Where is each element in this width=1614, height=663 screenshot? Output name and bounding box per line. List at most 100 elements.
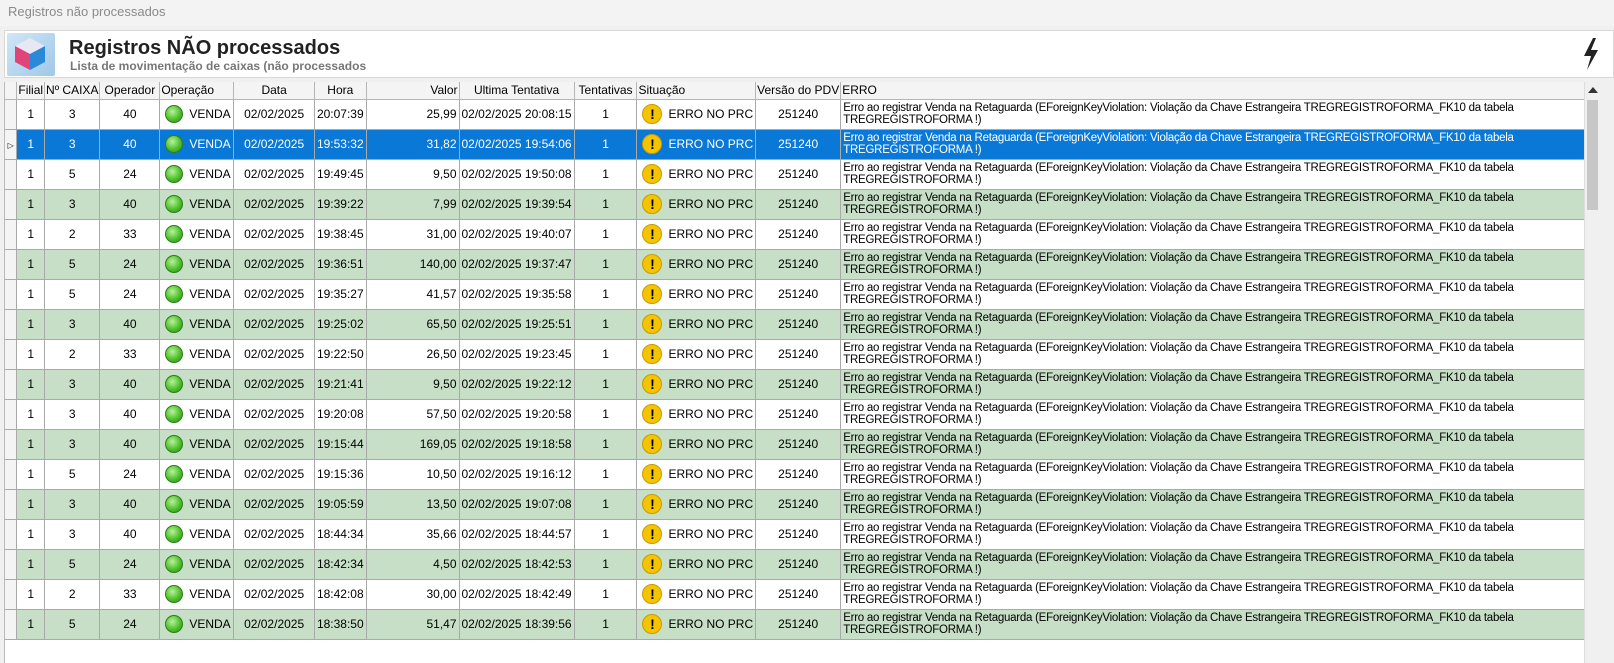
warning-icon: ! [642, 614, 663, 634]
cell-versao: 251240 [755, 369, 842, 400]
table-row[interactable]: 1 2 33 VENDA 02/02/2025 19:38:45 31,00 02/02/20… [5, 219, 1600, 250]
cell-versao: 251240 [755, 459, 842, 490]
warning-icon: ! [642, 284, 663, 304]
cell-versao: 251240 [755, 399, 842, 430]
table-row[interactable]: 1 3 40 VENDA 02/02/2025 19:20:08 57,50 02/02/20… [5, 399, 1600, 430]
col-header-situacao[interactable]: Situação [636, 82, 757, 100]
vertical-scrollbar[interactable] [1584, 82, 1600, 663]
row-indicator[interactable] [5, 459, 18, 490]
cell-hora: 19:36:51 [314, 249, 367, 280]
row-indicator[interactable] [5, 609, 18, 640]
green-status-icon [165, 495, 184, 513]
col-header-erro[interactable]: ERRO [840, 82, 1600, 100]
row-indicator[interactable] [5, 429, 18, 460]
table-row[interactable]: 1 5 24 VENDA 02/02/2025 18:38:50 51,47 02/02/20… [5, 609, 1600, 640]
table-row[interactable]: 1 3 40 VENDA 02/02/2025 19:21:41 9,50 02/02/202… [5, 369, 1600, 400]
situacao-label: ERRO NO PRC [668, 227, 754, 241]
table-row[interactable]: 1 5 24 VENDA 02/02/2025 19:36:51 140,00 02/02/2… [5, 249, 1600, 280]
col-header-data[interactable]: Data [233, 82, 315, 100]
operacao-label: VENDA [189, 317, 231, 331]
table-row[interactable]: 1 3 40 VENDA 02/02/2025 19:05:59 13,50 02/02/20… [5, 489, 1600, 520]
row-indicator[interactable]: ▷ [5, 129, 18, 160]
green-status-icon [165, 555, 184, 573]
cell-erro: Erro ao registrar Venda na Retaguarda (E… [840, 429, 1600, 460]
col-header-operador[interactable]: Operador [99, 82, 161, 100]
cell-erro: Erro ao registrar Venda na Retaguarda (E… [840, 489, 1600, 520]
cell-valor: 9,50 [366, 159, 460, 190]
cell-versao: 251240 [755, 279, 842, 310]
row-indicator[interactable] [5, 579, 18, 610]
table-row[interactable]: ▷ 1 3 40 VENDA 02/02/2025 19:53:32 31,82 02/02/2… [5, 129, 1600, 160]
cell-data: 02/02/2025 [233, 549, 315, 580]
row-indicator[interactable] [5, 309, 18, 340]
operacao-label: VENDA [189, 197, 231, 211]
row-indicator[interactable] [5, 99, 18, 130]
cell-ultima-tentativa: 02/02/2025 18:42:49 [459, 579, 575, 610]
row-indicator[interactable] [5, 279, 18, 310]
table-row[interactable]: 1 2 33 VENDA 02/02/2025 19:22:50 26,50 02/02/20… [5, 339, 1600, 370]
col-header-tentativas[interactable]: Tentativas [574, 82, 638, 100]
cell-operador: 40 [99, 429, 161, 460]
green-status-icon [165, 375, 184, 393]
col-header-filial[interactable]: Filial [16, 82, 46, 100]
cell-tentativas: 1 [574, 609, 638, 640]
col-header-valor[interactable]: Valor [366, 82, 460, 100]
col-header-caixa[interactable]: Nº CAIXA [44, 82, 101, 100]
row-indicator[interactable] [5, 159, 18, 190]
table-row[interactable]: 1 3 40 VENDA 02/02/2025 19:39:22 7,99 02/02/202… [5, 189, 1600, 220]
lightning-bolt-icon[interactable] [1581, 37, 1601, 71]
cell-hora: 19:38:45 [314, 219, 367, 250]
cell-operacao: VENDA [159, 429, 235, 460]
cell-situacao: ! ERRO NO PRC [636, 609, 757, 640]
cell-versao: 251240 [755, 309, 842, 340]
cell-situacao: ! ERRO NO PRC [636, 489, 757, 520]
cell-data: 02/02/2025 [233, 99, 315, 130]
table-row[interactable]: 1 5 24 VENDA 02/02/2025 19:49:45 9,50 02/02/202… [5, 159, 1600, 190]
row-indicator[interactable] [5, 249, 18, 280]
col-header-versao[interactable]: Versão do PDV [755, 82, 842, 100]
warning-icon: ! [642, 344, 663, 364]
row-indicator[interactable] [5, 219, 18, 250]
cell-filial: 1 [16, 429, 46, 460]
table-row[interactable]: 1 5 24 VENDA 02/02/2025 18:42:34 4,50 02/02/202… [5, 549, 1600, 580]
cell-erro: Erro ao registrar Venda na Retaguarda (E… [840, 459, 1600, 490]
cell-ultima-tentativa: 02/02/2025 19:35:58 [459, 279, 575, 310]
scrollbar-thumb[interactable] [1587, 100, 1598, 210]
cell-hora: 19:25:02 [314, 309, 367, 340]
table-row[interactable]: 1 3 40 VENDA 02/02/2025 18:44:34 35,66 02/02/20… [5, 519, 1600, 550]
table-row[interactable]: 1 5 24 VENDA 02/02/2025 19:15:36 10,50 02/02/20… [5, 459, 1600, 490]
table-row[interactable]: 1 2 33 VENDA 02/02/2025 18:42:08 30,00 02/02/20… [5, 579, 1600, 610]
row-indicator[interactable] [5, 489, 18, 520]
warning-icon: ! [642, 254, 663, 274]
cell-versao: 251240 [755, 519, 842, 550]
table-row[interactable]: 1 3 40 VENDA 02/02/2025 20:07:39 25,99 02/02/20… [5, 99, 1600, 130]
col-header-hora[interactable]: Hora [314, 82, 367, 100]
row-indicator[interactable] [5, 519, 18, 550]
col-header-ultima-tentativa[interactable]: Ultima Tentativa [459, 82, 575, 100]
cube-logo-icon [7, 33, 55, 76]
cell-valor: 65,50 [366, 309, 460, 340]
cell-caixa: 5 [44, 279, 101, 310]
row-indicator[interactable] [5, 549, 18, 580]
cell-caixa: 3 [44, 189, 101, 220]
scroll-up-arrow-icon[interactable] [1588, 87, 1598, 93]
table-row[interactable]: 1 3 40 VENDA 02/02/2025 19:25:02 65,50 02/02/20… [5, 309, 1600, 340]
cell-operacao: VENDA [159, 129, 235, 160]
records-grid[interactable]: Filial Nº CAIXA Operador Operação Data H… [4, 82, 1600, 663]
cell-caixa: 3 [44, 429, 101, 460]
cell-data: 02/02/2025 [233, 489, 315, 520]
col-header-operacao[interactable]: Operação [159, 82, 235, 100]
cell-situacao: ! ERRO NO PRC [636, 429, 757, 460]
table-row[interactable]: 1 3 40 VENDA 02/02/2025 19:15:44 169,05 02/02/2… [5, 429, 1600, 460]
row-indicator[interactable] [5, 399, 18, 430]
cell-caixa: 5 [44, 159, 101, 190]
green-status-icon [165, 585, 184, 603]
row-indicator[interactable] [5, 369, 18, 400]
row-indicator[interactable] [5, 189, 18, 220]
cell-ultima-tentativa: 02/02/2025 19:50:08 [459, 159, 575, 190]
cell-tentativas: 1 [574, 369, 638, 400]
table-row[interactable]: 1 5 24 VENDA 02/02/2025 19:35:27 41,57 02/02/20… [5, 279, 1600, 310]
row-indicator[interactable] [5, 339, 18, 370]
cell-valor: 51,47 [366, 609, 460, 640]
cell-data: 02/02/2025 [233, 219, 315, 250]
